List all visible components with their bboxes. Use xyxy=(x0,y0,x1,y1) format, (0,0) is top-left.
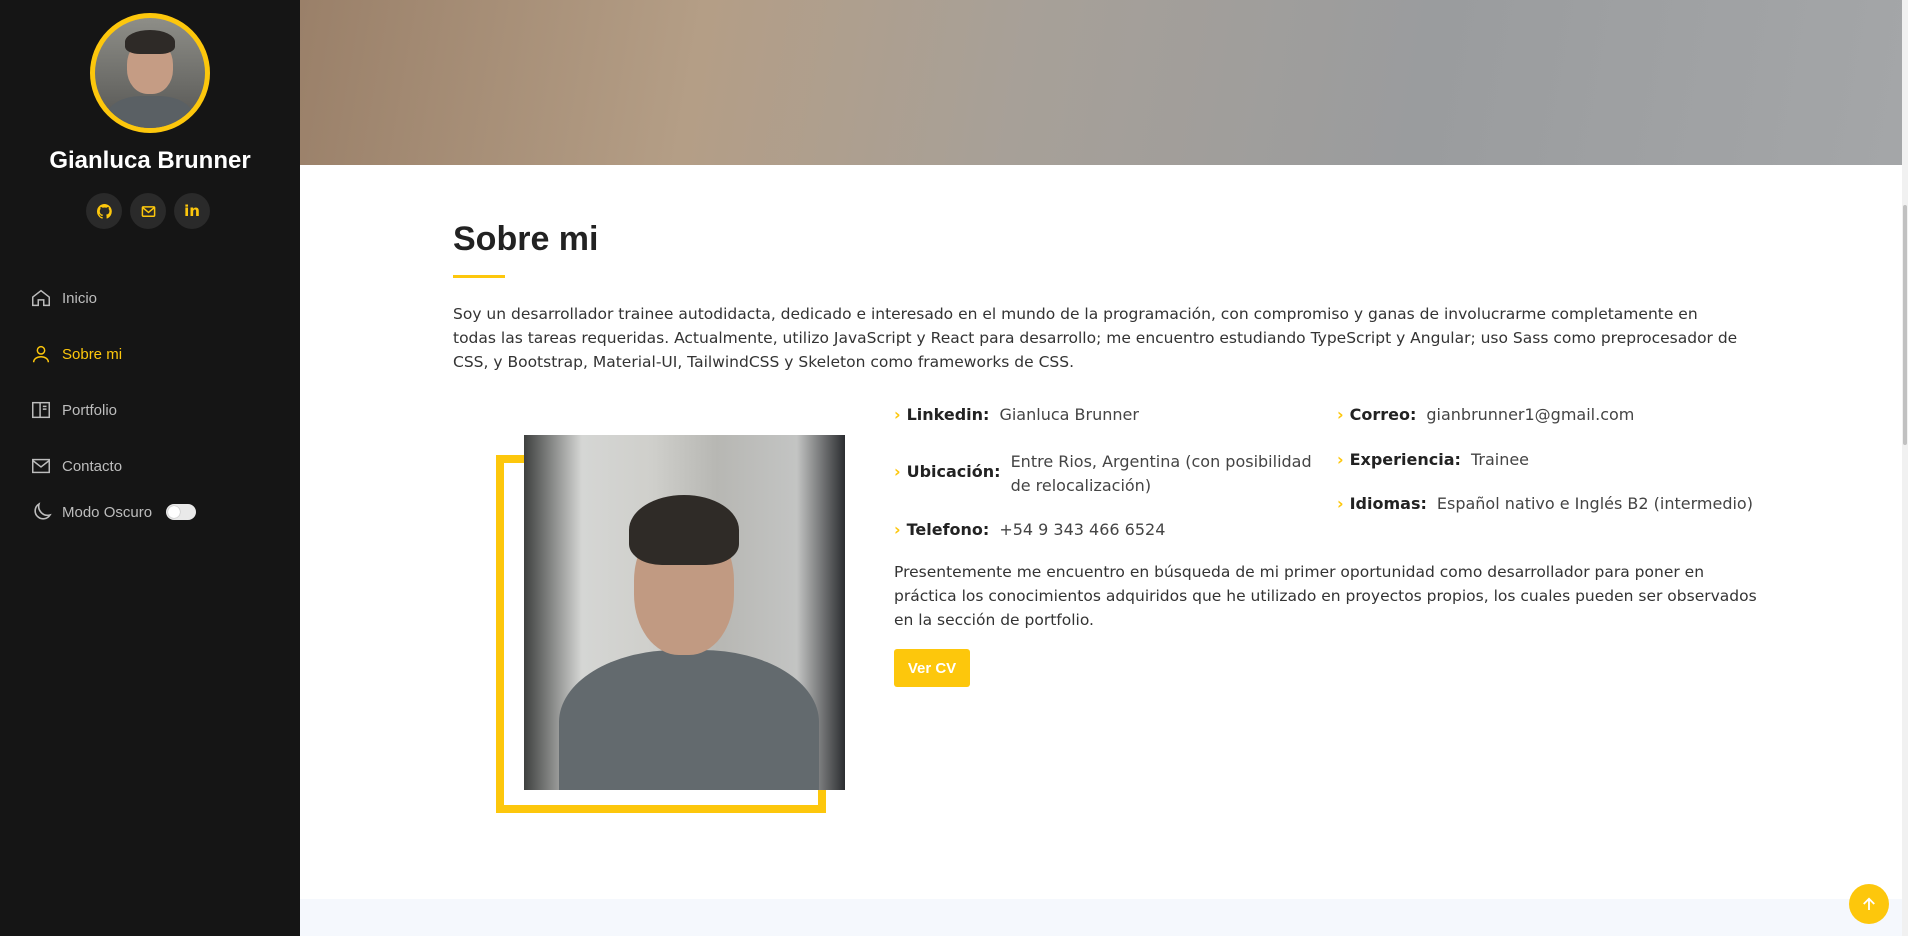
chevron-right-icon: › xyxy=(894,462,901,481)
sidebar-item-label: Inicio xyxy=(62,289,98,307)
chevron-right-icon: › xyxy=(1337,494,1344,513)
sidebar-nav: Inicio Sobre mi Portfolio Contacto xyxy=(30,270,290,494)
section-title: Sobre mi xyxy=(453,220,599,258)
scrollbar[interactable] xyxy=(1902,0,1908,936)
avatar xyxy=(90,13,210,133)
sidebar: Gianluca Brunner in Inicio Sobre mi Port… xyxy=(0,0,300,936)
social-links: in xyxy=(86,193,210,229)
user-icon xyxy=(32,345,50,363)
profile-photo xyxy=(524,435,845,790)
info-telefono: › Telefono: +54 9 343 466 6524 xyxy=(894,520,1166,539)
mail-icon[interactable] xyxy=(130,193,166,229)
dark-mode-label: Modo Oscuro xyxy=(62,503,153,521)
about-description: Presentemente me encuentro en búsqueda d… xyxy=(894,563,1757,629)
chevron-right-icon: › xyxy=(894,405,901,424)
github-icon[interactable] xyxy=(86,193,122,229)
title-underline xyxy=(453,275,505,278)
sidebar-item-inicio[interactable]: Inicio xyxy=(30,270,290,326)
chevron-right-icon: › xyxy=(894,520,901,539)
info-ubicacion: › Ubicación: Entre Rios, Argentina (con … xyxy=(894,452,1312,495)
envelope-icon xyxy=(32,458,50,474)
sidebar-item-label: Sobre mi xyxy=(62,345,123,363)
chevron-right-icon: › xyxy=(1337,450,1344,469)
hero-banner xyxy=(300,0,1902,165)
home-icon xyxy=(32,289,50,307)
profile-name: Gianluca Brunner xyxy=(49,147,251,174)
info-idiomas: › Idiomas: Español nativo e Inglés B2 (i… xyxy=(1337,494,1753,513)
back-to-top-button[interactable] xyxy=(1849,884,1889,924)
dark-mode-toggle[interactable] xyxy=(166,504,197,520)
sidebar-item-portfolio[interactable]: Portfolio xyxy=(30,382,290,438)
about-section: Sobre mi Soy un desarrollador trainee au… xyxy=(453,220,1743,371)
moon-icon xyxy=(34,502,52,520)
view-cv-button[interactable]: Ver CV xyxy=(894,649,970,687)
info-linkedin: › Linkedin: Gianluca Brunner xyxy=(894,405,1139,424)
dark-mode-row: Modo Oscuro xyxy=(30,500,197,524)
sidebar-item-sobre-mi[interactable]: Sobre mi xyxy=(30,326,290,382)
scrollbar-thumb[interactable] xyxy=(1903,205,1907,445)
about-intro: Soy un desarrollador trainee autodidacta… xyxy=(453,305,1738,371)
next-section xyxy=(300,899,1902,936)
sidebar-item-contacto[interactable]: Contacto xyxy=(30,438,290,494)
sidebar-item-label: Contacto xyxy=(62,457,123,475)
linkedin-icon[interactable]: in xyxy=(174,193,210,229)
portfolio-icon xyxy=(32,401,50,419)
info-experiencia: › Experiencia: Trainee xyxy=(1337,450,1530,469)
sidebar-item-label: Portfolio xyxy=(62,401,118,419)
chevron-right-icon: › xyxy=(1337,405,1344,424)
arrow-up-icon xyxy=(1863,897,1875,910)
info-correo: › Correo: gianbrunner1@gmail.com xyxy=(1337,405,1635,424)
